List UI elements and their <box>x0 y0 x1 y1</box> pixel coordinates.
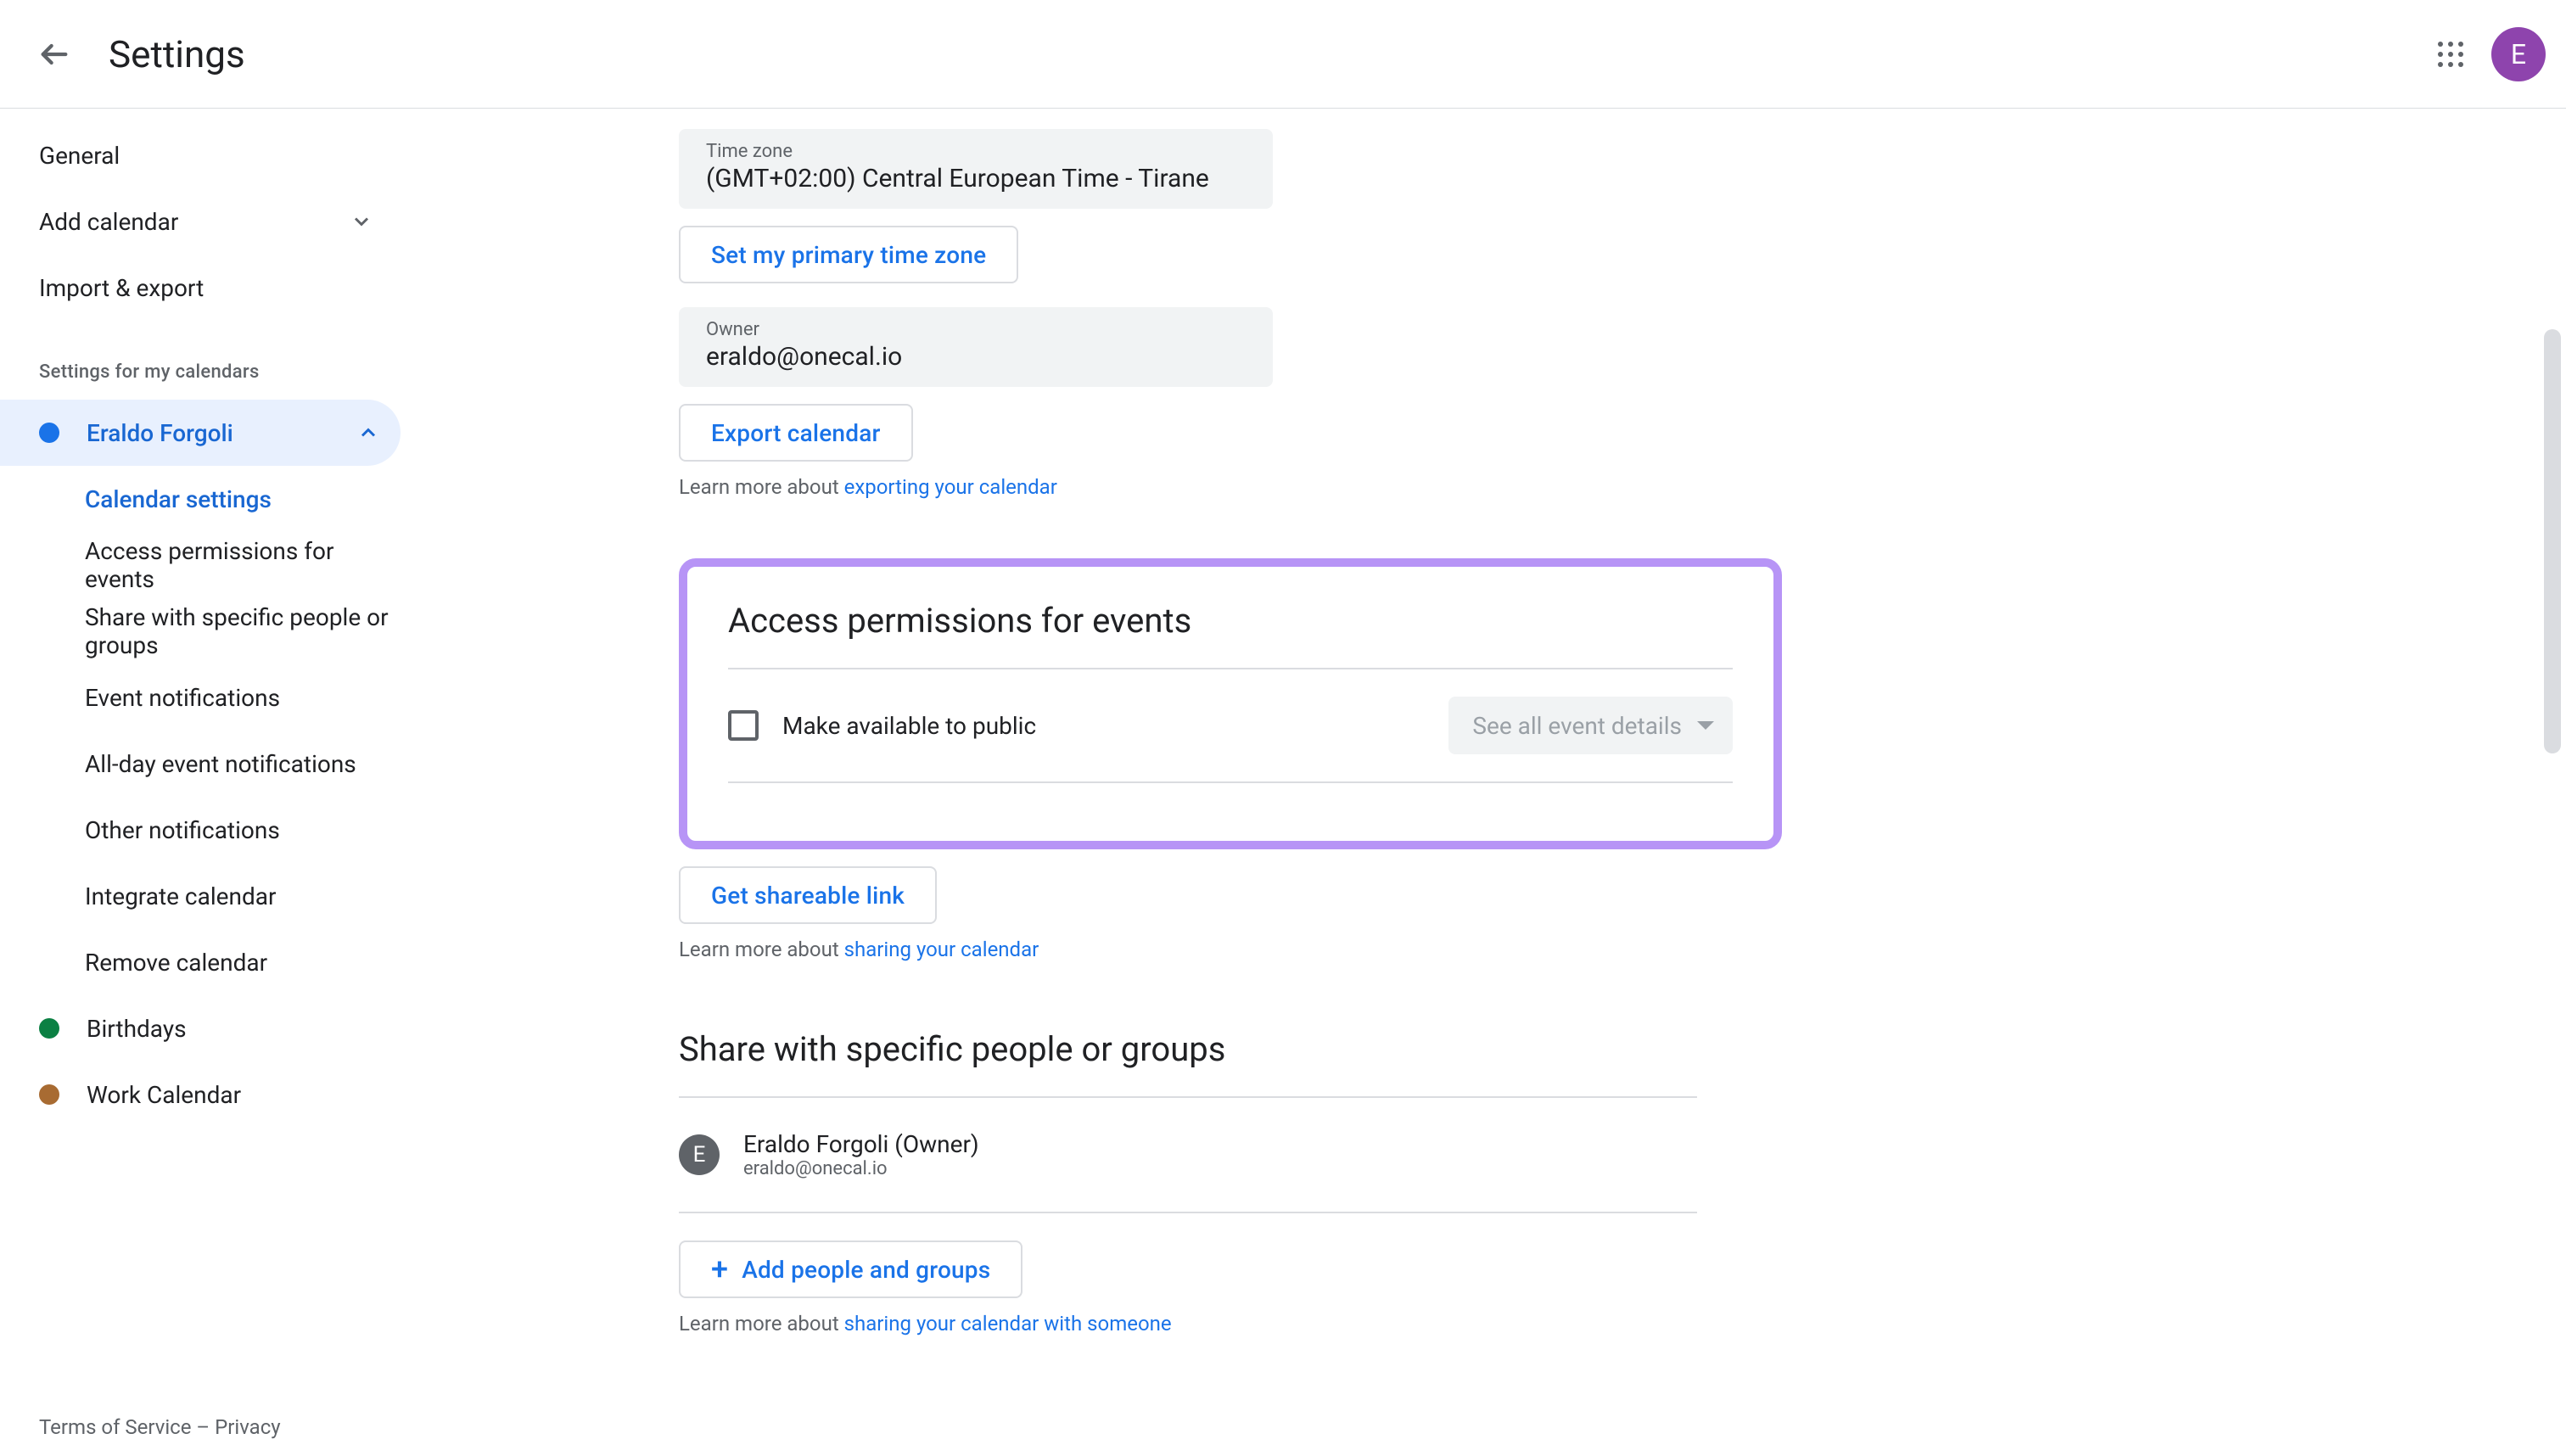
scrollbar-thumb[interactable] <box>2544 329 2561 753</box>
section-divider <box>728 781 1733 783</box>
access-section-title: Access permissions for events <box>728 601 1733 641</box>
apps-button[interactable] <box>2417 20 2485 88</box>
leaf-other-notifications[interactable]: Other notifications <box>0 797 401 863</box>
leaf-label: Other notifications <box>85 816 280 844</box>
export-help-text: Learn more about exporting your calendar <box>679 475 2515 499</box>
nav-item-general[interactable]: General <box>0 122 401 188</box>
access-permissions-section: Access permissions for events Make avail… <box>679 558 1782 849</box>
leaf-label: Calendar settings <box>85 485 272 513</box>
leaf-calendar-settings[interactable]: Calendar settings <box>0 466 401 532</box>
sidebar-section-heading: Settings for my calendars <box>0 321 407 400</box>
nav-item-add-calendar[interactable]: Add calendar <box>0 188 401 255</box>
dropdown-triangle-icon <box>1697 721 1714 730</box>
share-people-section: Share with specific people or groups E E… <box>679 1029 1697 1336</box>
share-help-link[interactable]: sharing your calendar <box>844 938 1039 961</box>
get-shareable-link-button[interactable]: Get shareable link <box>679 866 937 924</box>
leaf-access-permissions[interactable]: Access permissions for events <box>0 532 401 598</box>
leaf-label: Remove calendar <box>85 949 267 977</box>
owner-label: Owner <box>706 319 1246 340</box>
person-name: Eraldo Forgoli (Owner) <box>743 1130 979 1158</box>
visibility-select-value: See all event details <box>1472 712 1682 740</box>
apps-grid-icon <box>2435 39 2466 70</box>
account-avatar[interactable]: E <box>2491 27 2546 81</box>
share-people-help-text: Learn more about sharing your calendar w… <box>679 1312 1697 1336</box>
button-label: Set my primary time zone <box>711 241 986 269</box>
leaf-remove-calendar[interactable]: Remove calendar <box>0 929 401 995</box>
make-public-checkbox[interactable] <box>728 710 759 741</box>
calendar-color-dot <box>39 1084 59 1105</box>
terms-link[interactable]: Terms of Service <box>39 1415 191 1439</box>
leaf-event-notifications[interactable]: Event notifications <box>0 664 401 731</box>
leaf-label: All-day event notifications <box>85 750 356 778</box>
calendar-item-birthdays[interactable]: Birthdays <box>0 995 401 1061</box>
calendar-color-dot <box>39 423 59 443</box>
app-header: Settings E <box>0 0 2566 109</box>
button-label: Get shareable link <box>711 882 905 910</box>
calendar-item-label: Birthdays <box>87 1015 380 1043</box>
add-people-button[interactable]: + Add people and groups <box>679 1240 1022 1298</box>
owner-field: Owner eraldo@onecal.io <box>679 307 1273 387</box>
public-access-row: Make available to public See all event d… <box>728 697 1733 754</box>
button-label: Export calendar <box>711 419 881 447</box>
timezone-label: Time zone <box>706 141 1246 162</box>
section-divider <box>679 1096 1697 1098</box>
footer-links: Terms of Service – Privacy <box>39 1415 281 1439</box>
calendar-item-label: Eraldo Forgoli <box>87 419 356 447</box>
calendar-color-dot <box>39 1018 59 1039</box>
make-public-label: Make available to public <box>782 712 1036 740</box>
privacy-link[interactable]: Privacy <box>215 1415 281 1439</box>
nav-item-import-export[interactable]: Import & export <box>0 255 401 321</box>
person-avatar: E <box>679 1134 720 1175</box>
nav-item-label: Import & export <box>39 274 204 302</box>
timezone-value: (GMT+02:00) Central European Time - Tira… <box>706 164 1246 193</box>
main-content: Time zone (GMT+02:00) Central European T… <box>407 109 2566 1456</box>
footer-sep: – <box>191 1415 215 1439</box>
leaf-integrate-calendar[interactable]: Integrate calendar <box>0 863 401 929</box>
chevron-up-icon <box>356 421 380 445</box>
export-help-link[interactable]: exporting your calendar <box>844 475 1057 499</box>
page-title: Settings <box>109 32 245 76</box>
export-calendar-button[interactable]: Export calendar <box>679 404 913 462</box>
person-email: eraldo@onecal.io <box>743 1158 979 1179</box>
sidebar: General Add calendar Import & export Set… <box>0 109 407 1456</box>
nav-item-label: General <box>39 142 120 170</box>
section-divider <box>679 1212 1697 1213</box>
leaf-label: Share with specific people or groups <box>85 603 401 659</box>
leaf-allday-notifications[interactable]: All-day event notifications <box>0 731 401 797</box>
arrow-left-icon <box>37 37 71 71</box>
leaf-label: Access permissions for events <box>85 537 401 593</box>
leaf-label: Event notifications <box>85 684 280 712</box>
back-button[interactable] <box>20 20 88 88</box>
share-section-title: Share with specific people or groups <box>679 1029 1697 1069</box>
owner-value: eraldo@onecal.io <box>706 342 1246 372</box>
share-people-help-link[interactable]: sharing your calendar with someone <box>844 1312 1172 1336</box>
button-label: Add people and groups <box>742 1256 990 1284</box>
chevron-down-icon <box>350 210 373 233</box>
visibility-select: See all event details <box>1448 697 1733 754</box>
set-primary-timezone-button[interactable]: Set my primary time zone <box>679 226 1018 283</box>
person-row: E Eraldo Forgoli (Owner) eraldo@onecal.i… <box>679 1125 1697 1184</box>
main-scrollbar[interactable] <box>2544 176 2561 1364</box>
calendar-item-eraldo[interactable]: Eraldo Forgoli <box>0 400 401 466</box>
leaf-label: Integrate calendar <box>85 882 276 910</box>
leaf-share-specific[interactable]: Share with specific people or groups <box>0 598 401 664</box>
timezone-field[interactable]: Time zone (GMT+02:00) Central European T… <box>679 129 1273 209</box>
section-divider <box>728 668 1733 669</box>
share-help-text: Learn more about sharing your calendar <box>679 938 2515 961</box>
calendar-item-label: Work Calendar <box>87 1081 380 1109</box>
nav-item-label: Add calendar <box>39 208 178 236</box>
calendar-item-work[interactable]: Work Calendar <box>0 1061 401 1128</box>
